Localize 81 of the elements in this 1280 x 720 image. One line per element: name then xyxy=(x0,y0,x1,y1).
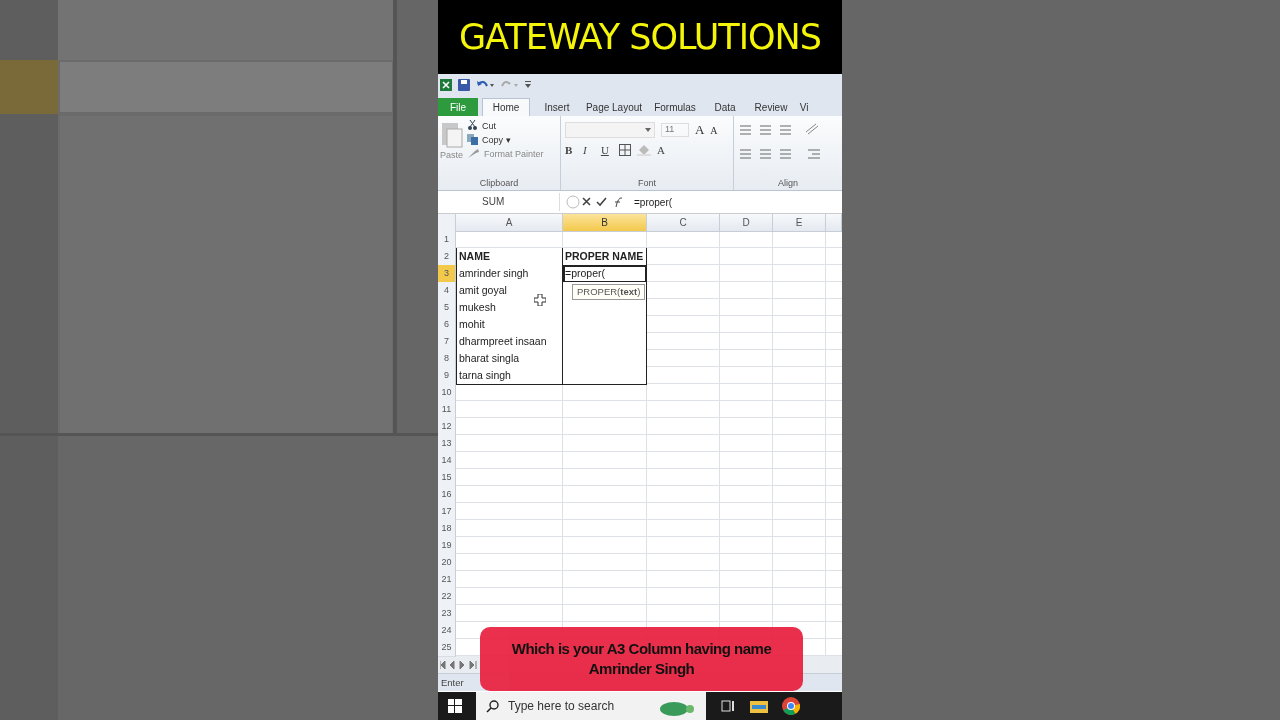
sheet-navigation-icons-drawing[interactable] xyxy=(440,660,478,669)
ribbon-tab[interactable]: Page Layout xyxy=(580,98,648,116)
formula-field[interactable]: =proper( xyxy=(634,196,842,208)
column-header[interactable]: D xyxy=(720,214,773,232)
row-header[interactable]: 21 xyxy=(438,571,456,589)
scissors-icon[interactable] xyxy=(467,120,478,131)
status-mode: Enter xyxy=(441,677,464,688)
column-header[interactable]: A xyxy=(456,214,563,232)
table-cell: amrinder singh xyxy=(456,265,563,283)
borders-icon[interactable] xyxy=(618,144,631,156)
row-header[interactable]: 20 xyxy=(438,554,456,572)
table-cell: amit goyal xyxy=(456,282,563,300)
group-label: Clipboard xyxy=(478,178,520,190)
table-cell: dharmpreet insaan xyxy=(456,333,563,351)
italic-label[interactable]: I xyxy=(582,144,595,156)
caption-text: Which is your A3 Column having name Amrinder Singh xyxy=(510,639,773,679)
row-header[interactable]: 13 xyxy=(438,435,456,453)
folder-icon[interactable] xyxy=(750,699,768,713)
ribbon-tab[interactable]: Vi xyxy=(794,98,814,116)
row-header[interactable]: 3 xyxy=(438,265,456,283)
row-header[interactable]: 5 xyxy=(438,299,456,317)
row-header[interactable]: 19 xyxy=(438,537,456,555)
ribbon-tab[interactable]: Formulas xyxy=(648,98,702,116)
row-header[interactable]: 1 xyxy=(438,231,456,249)
font-color-label[interactable]: A xyxy=(656,144,669,156)
search-field[interactable]: Type here to search xyxy=(476,692,706,720)
windows-start-icon[interactable] xyxy=(448,699,462,713)
row-header[interactable]: 18 xyxy=(438,520,456,538)
group-label: Align xyxy=(777,178,799,190)
row-header[interactable]: 11 xyxy=(438,401,456,419)
chrome-icon[interactable] xyxy=(782,697,800,715)
table-cell: tarna singh xyxy=(456,367,563,385)
underline-label[interactable]: U xyxy=(600,144,613,156)
row-header[interactable]: 8 xyxy=(438,350,456,368)
ribbon-tab[interactable]: Home xyxy=(482,98,530,116)
row-header[interactable]: 25 xyxy=(438,639,456,657)
save-icon[interactable] xyxy=(458,79,470,91)
dropdown-arrow-icon[interactable] xyxy=(644,128,651,132)
table-cell: mohit xyxy=(456,316,563,334)
table-cell: bharat singla xyxy=(456,350,563,368)
ribbon-tab[interactable]: Review xyxy=(748,98,794,116)
row-header[interactable]: 9 xyxy=(438,367,456,385)
bold-label[interactable]: B xyxy=(564,144,577,156)
cross-cursor-icon xyxy=(534,294,546,306)
row-header[interactable]: 4 xyxy=(438,282,456,300)
table-cell: PROPER NAME xyxy=(563,248,647,266)
cut-label[interactable]: Cut xyxy=(482,120,497,131)
row-header[interactable]: 14 xyxy=(438,452,456,470)
table-cell: =proper( xyxy=(563,265,647,283)
search-icon xyxy=(486,700,499,713)
ribbon-tab[interactable]: Data xyxy=(702,98,748,116)
column-header[interactable]: E xyxy=(773,214,826,232)
function-tooltip: PROPER(text) xyxy=(572,284,646,300)
ribbon-tab[interactable]: Insert xyxy=(534,98,580,116)
group-label: Font xyxy=(636,178,657,190)
name-box[interactable]: SUM xyxy=(438,193,560,211)
row-header[interactable]: 16 xyxy=(438,486,456,504)
shrink-font-label[interactable]: A xyxy=(710,124,718,136)
row-header[interactable]: 6 xyxy=(438,316,456,334)
grow-font-label[interactable]: A xyxy=(694,122,705,138)
font-size-field[interactable]: 11 xyxy=(660,123,689,137)
excel-logo-icon xyxy=(440,79,452,91)
row-header[interactable]: 7 xyxy=(438,333,456,351)
row-header[interactable]: 10 xyxy=(438,384,456,402)
row-header[interactable]: 23 xyxy=(438,605,456,623)
column-header[interactable]: B xyxy=(563,214,647,232)
table-cell: NAME xyxy=(456,248,563,266)
row-header[interactable]: 15 xyxy=(438,469,456,487)
ribbon-tab[interactable]: File xyxy=(438,98,478,116)
font-name-field[interactable] xyxy=(564,122,655,138)
row-header[interactable]: 17 xyxy=(438,503,456,521)
row-header[interactable]: 22 xyxy=(438,588,456,606)
row-header[interactable]: 2 xyxy=(438,248,456,266)
copy-icon[interactable] xyxy=(467,134,478,145)
row-header[interactable]: 12 xyxy=(438,418,456,436)
row-header[interactable]: 24 xyxy=(438,622,456,640)
task-view-icon[interactable] xyxy=(720,699,736,713)
copy-label[interactable]: Copy ▾ xyxy=(482,134,511,145)
column-header[interactable]: C xyxy=(647,214,720,232)
channel-title: GATEWAY SOLUTIONS xyxy=(458,17,822,57)
table-cell: mukesh xyxy=(456,299,563,317)
